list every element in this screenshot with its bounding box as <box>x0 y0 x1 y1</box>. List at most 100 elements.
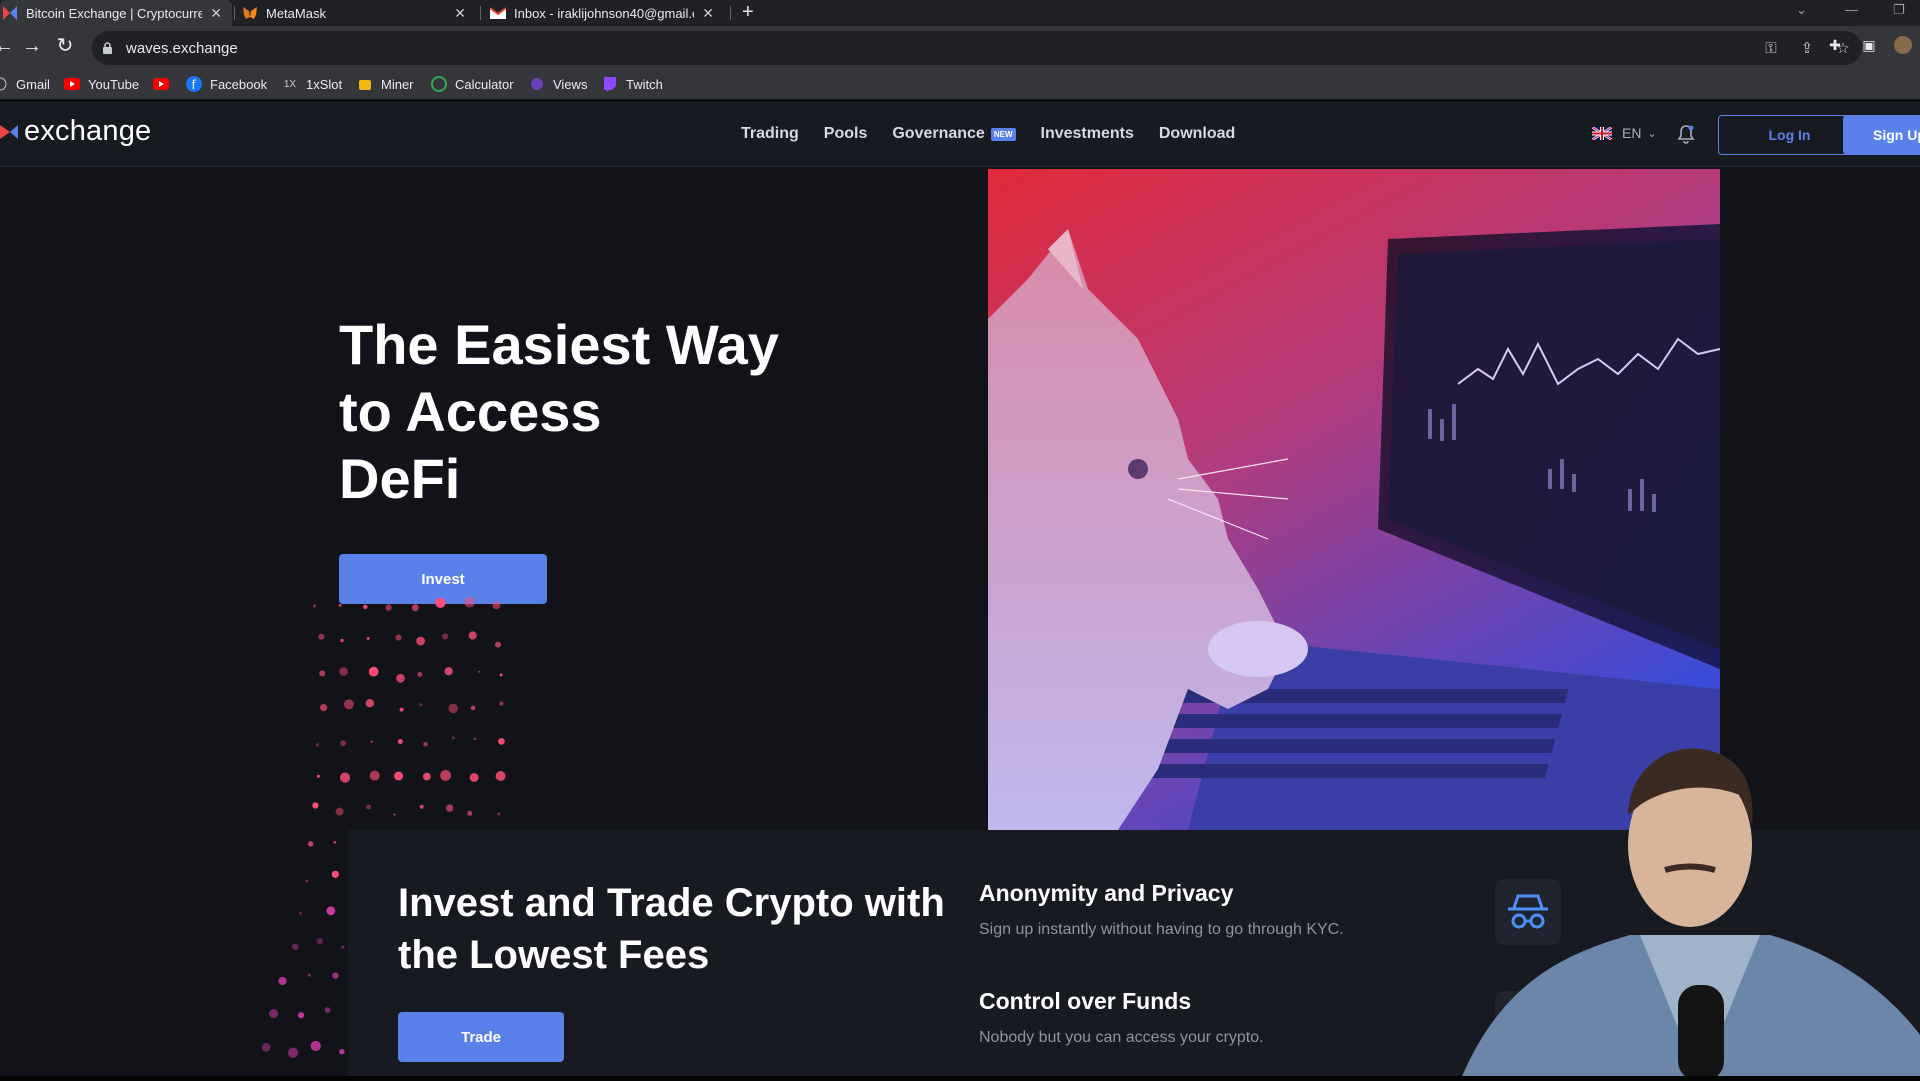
decorative-dot <box>313 604 316 608</box>
feature-description: Sign up instantly without having to go t… <box>979 921 1344 938</box>
tab-divider <box>234 6 235 20</box>
globe-icon <box>0 76 8 92</box>
share-icon[interactable]: ⇪ <box>1798 39 1816 57</box>
waves-favicon-icon <box>2 5 18 21</box>
decorative-dot <box>419 804 424 809</box>
bookmark-label: Gmail <box>16 76 50 92</box>
bookmark-calculator[interactable]: Calculator <box>431 76 514 92</box>
bookmark-label: YouTube <box>88 76 140 92</box>
decorative-dot <box>385 604 392 611</box>
close-tab-icon[interactable]: ✕ <box>210 5 222 22</box>
site-logo[interactable]: exchange <box>0 115 151 148</box>
language-selector[interactable]: EN ⌄ <box>1592 125 1657 141</box>
decorative-dot <box>341 945 345 949</box>
decorative-dot <box>396 673 405 683</box>
new-badge: NEW <box>990 127 1016 141</box>
back-icon[interactable]: ← <box>0 34 16 58</box>
restore-icon[interactable]: ❐ <box>1893 2 1905 18</box>
decorative-dot <box>332 972 339 979</box>
decorative-dot <box>292 943 299 951</box>
tab-divider <box>730 6 731 20</box>
decorative-dot <box>307 973 311 977</box>
extensions-puzzle-icon[interactable]: ✚ <box>1826 36 1844 54</box>
bookmark-label: Facebook <box>210 76 268 92</box>
key-icon[interactable]: ⚿ <box>1762 39 1780 57</box>
address-bar[interactable]: waves.exchange ⚿ ⇪ ☆ <box>92 31 1862 65</box>
tab-search-icon[interactable]: ⌄ <box>1796 2 1807 18</box>
trade-button[interactable]: Trade <box>398 1012 564 1062</box>
main-nav: Trading Pools Governance NEW Investments… <box>741 125 1235 143</box>
decorative-dot <box>278 976 287 986</box>
bookmark-facebook[interactable]: f Facebook <box>186 76 267 92</box>
minimize-icon[interactable]: — <box>1845 2 1858 17</box>
bookmark-youtube-2[interactable] <box>153 76 177 92</box>
decorative-dot <box>497 812 501 816</box>
bookmark-gmail[interactable]: Gmail <box>0 76 50 92</box>
decorative-dot <box>394 771 404 781</box>
bookmark-label: Twitch <box>626 76 663 92</box>
bookmark-youtube[interactable]: YouTube <box>64 76 139 92</box>
tab-bitcoin-exchange[interactable]: Bitcoin Exchange | Cryptocurrenc ✕ <box>0 0 232 26</box>
hero-line-3: DeFi <box>339 447 461 510</box>
lock-icon[interactable] <box>102 41 116 55</box>
decorative-dot <box>499 673 503 677</box>
tab-title: Inbox - iraklijohnson40@gmail.c <box>514 5 695 21</box>
decorative-dot <box>499 701 504 706</box>
decorative-dot <box>324 1007 331 1013</box>
section-title: Invest and Trade Crypto with the Lowest … <box>398 877 945 981</box>
chevron-down-icon: ⌄ <box>1647 127 1657 140</box>
bookmark-label: Views <box>553 76 588 92</box>
bookmark-1xslot[interactable]: 1X 1xSlot <box>282 76 342 92</box>
profile-avatar-icon[interactable] <box>1894 36 1912 54</box>
close-tab-icon[interactable]: ✕ <box>702 5 714 22</box>
decorative-dot <box>338 604 342 607</box>
reload-icon[interactable]: ↻ <box>53 34 77 58</box>
decorative-dot <box>444 667 453 676</box>
decorative-dot <box>469 773 479 782</box>
views-icon <box>529 76 545 92</box>
login-button[interactable]: Log In <box>1718 115 1861 155</box>
bookmark-views[interactable]: Views <box>529 76 587 92</box>
decorative-dot <box>339 1049 345 1055</box>
decorative-dot <box>315 743 320 747</box>
nav-trading[interactable]: Trading <box>741 125 799 143</box>
bookmarks-bar: Gmail YouTube f Facebook 1X 1xSlot Miner… <box>0 70 1920 100</box>
bookmark-miner[interactable]: Miner <box>357 76 414 92</box>
decorative-dot <box>446 804 454 812</box>
notification-bell-icon[interactable] <box>1676 124 1696 144</box>
new-tab-button[interactable]: + <box>742 0 754 26</box>
decorative-dot <box>287 1047 299 1058</box>
nav-download[interactable]: Download <box>1159 125 1235 143</box>
side-panel-icon[interactable]: ▣ <box>1860 36 1878 54</box>
hero-title: The Easiest Way to Access DeFi <box>339 311 779 512</box>
decorative-dot <box>419 703 423 707</box>
bookmark-twitch[interactable]: Twitch <box>602 76 663 92</box>
url-text: waves.exchange <box>126 39 238 57</box>
decorative-dot <box>363 604 368 610</box>
tab-divider <box>480 6 481 20</box>
calculator-icon <box>431 76 447 92</box>
decorative-dot <box>331 870 339 878</box>
forward-icon[interactable]: → <box>20 34 44 58</box>
tab-metamask[interactable]: MetaMask ✕ <box>240 0 476 26</box>
decorative-dot <box>464 596 475 608</box>
decorative-dot <box>393 813 396 816</box>
section-title-line-1: Invest and Trade Crypto with <box>398 881 945 925</box>
decorative-dot <box>395 634 402 641</box>
decorative-dot <box>298 1012 305 1019</box>
1xslot-icon: 1X <box>283 78 297 90</box>
decorative-dot <box>333 841 337 844</box>
nav-pools[interactable]: Pools <box>824 125 868 143</box>
browser-tab-strip: Bitcoin Exchange | Cryptocurrenc ✕ MetaM… <box>0 0 1920 26</box>
signup-button[interactable]: Sign Up <box>1843 115 1920 155</box>
tab-gmail-inbox[interactable]: Inbox - iraklijohnson40@gmail.c ✕ <box>488 0 724 26</box>
decorative-dot <box>467 810 473 816</box>
nav-investments[interactable]: Investments <box>1041 125 1134 143</box>
decorative-dot <box>416 636 425 646</box>
nav-governance[interactable]: Governance NEW <box>892 125 1016 143</box>
decorative-dot <box>423 742 428 747</box>
decorative-dot <box>340 638 344 643</box>
close-tab-icon[interactable]: ✕ <box>454 5 466 22</box>
feature-control: Control over Funds Nobody but you can ac… <box>979 988 1264 1047</box>
webcam-overlay <box>1440 735 1920 1081</box>
